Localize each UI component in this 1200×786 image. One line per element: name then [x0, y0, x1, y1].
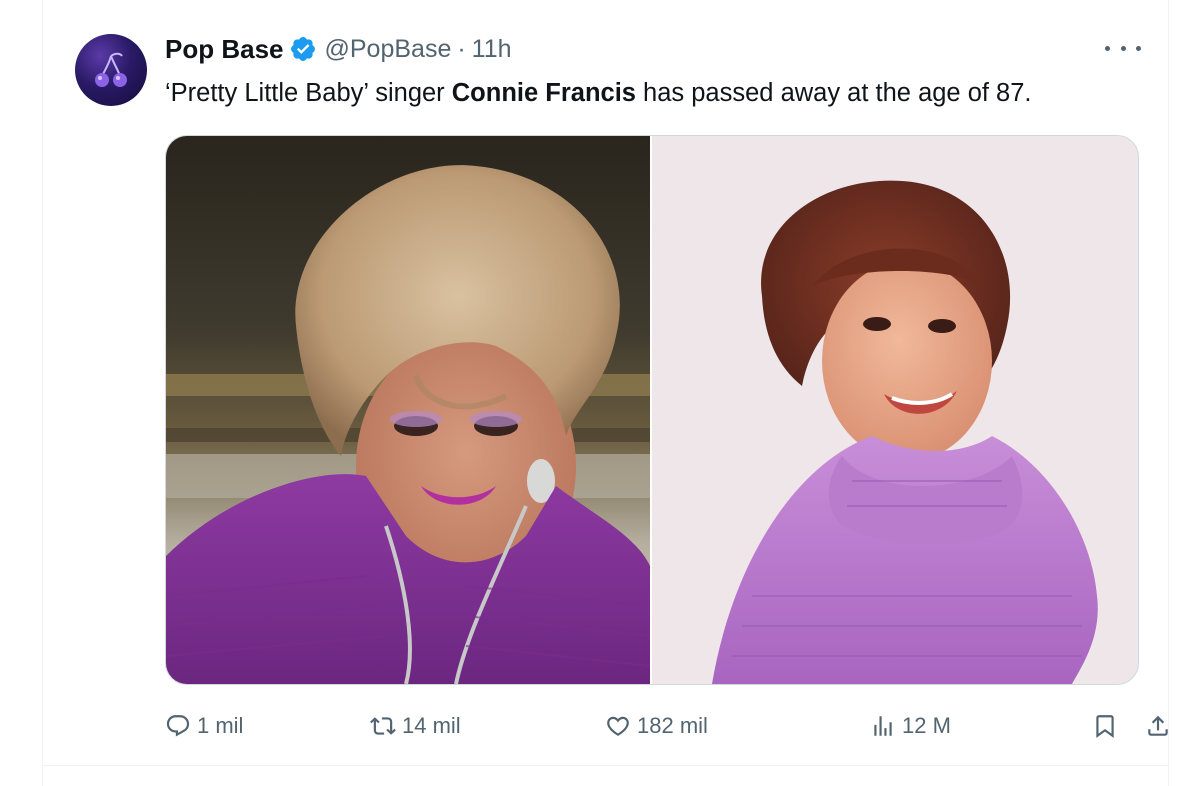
- tweet-text: ‘Pretty Little Baby’ singer Connie Franc…: [165, 76, 1032, 110]
- author-name[interactable]: Pop Base: [165, 34, 284, 65]
- share-button[interactable]: [1145, 704, 1171, 748]
- vintage-portrait-photo[interactable]: [652, 136, 1138, 684]
- tweet-header: Pop Base @PopBase · 11h: [165, 32, 512, 66]
- more-dot: [1120, 45, 1126, 51]
- more-dot: [1105, 45, 1110, 51]
- tweet-card[interactable]: Pop Base @PopBase · 11h ‘Pretty Little B…: [43, 0, 1168, 765]
- verified-badge-icon: [290, 37, 315, 61]
- tweet-media[interactable]: [165, 135, 1139, 685]
- reply-button[interactable]: 1 mil: [165, 704, 243, 748]
- like-count: 182 mil: [637, 713, 708, 738]
- share-icon: [1148, 715, 1168, 736]
- more-dot: [1136, 45, 1141, 51]
- retweet-button[interactable]: 14 mil: [370, 704, 461, 748]
- views-count: 12 M: [902, 713, 951, 738]
- older-portrait-photo[interactable]: [166, 136, 650, 684]
- tweet-text-end: has passed away at the age of 87.: [635, 79, 1032, 107]
- avatar[interactable]: [75, 34, 147, 106]
- bookmark-icon: [1096, 715, 1114, 738]
- retweet-icon: [370, 717, 396, 735]
- views-button[interactable]: 12 M: [870, 704, 951, 748]
- more-options-button[interactable]: [1105, 36, 1141, 60]
- reply-icon: [166, 715, 190, 737]
- tweet-text-bold: Connie Francis: [451, 79, 636, 107]
- reply-count: 1 mil: [197, 713, 244, 738]
- tweet-timestamp[interactable]: 11h: [472, 35, 512, 64]
- separator-dot: ·: [457, 34, 466, 63]
- retweet-count: 14 mil: [402, 713, 461, 738]
- views-chart-icon: [874, 716, 892, 736]
- cherries-logo-icon: [95, 52, 127, 87]
- tweet-actions: 1 mil 14 mil 182 mil 12 M: [165, 704, 1168, 748]
- timeline-right-border: [1168, 0, 1169, 786]
- tweet-bottom-divider: [42, 765, 1169, 766]
- tweet-text-start: ‘Pretty Little Baby’ singer: [165, 79, 452, 107]
- heart-icon: [607, 716, 629, 736]
- like-button[interactable]: 182 mil: [605, 704, 708, 748]
- author-handle[interactable]: @PopBase: [325, 35, 452, 64]
- bookmark-button[interactable]: [1092, 704, 1118, 748]
